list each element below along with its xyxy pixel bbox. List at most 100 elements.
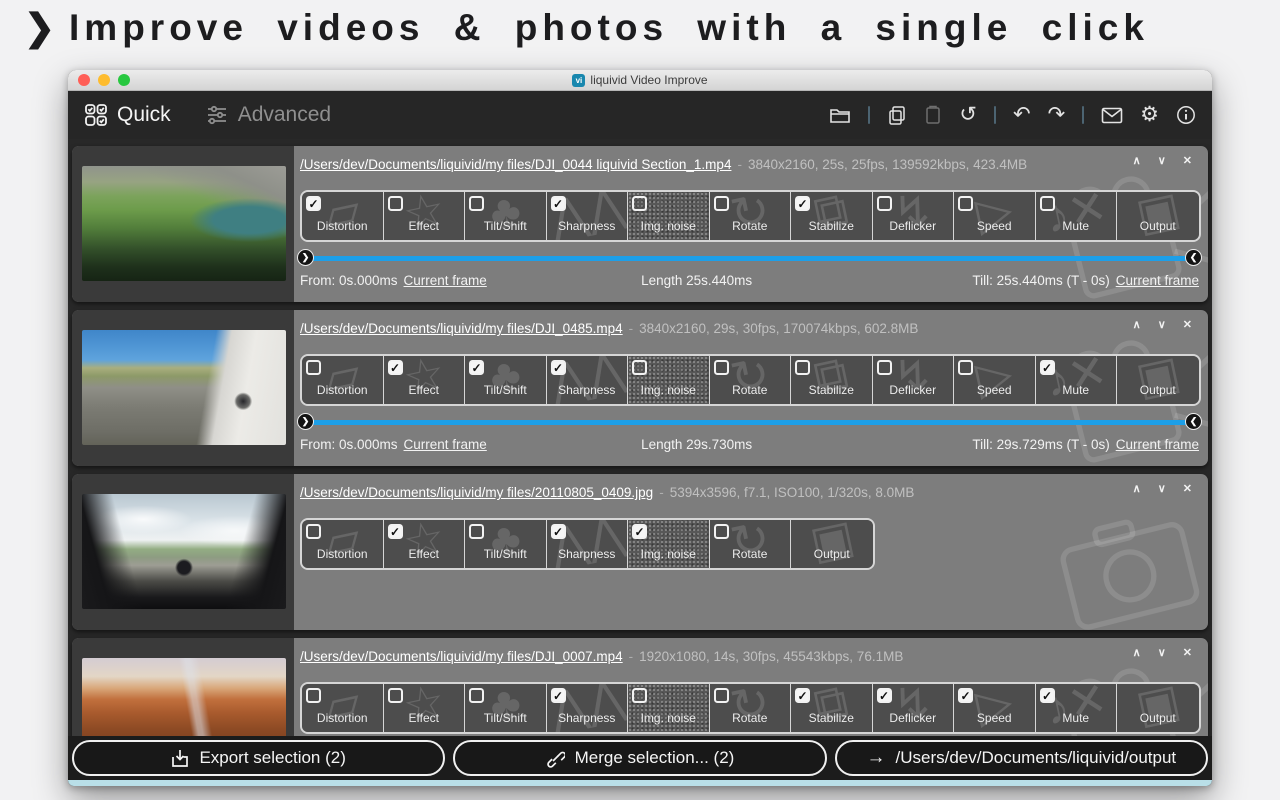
deflicker-ghost-icon: ↯ <box>888 190 937 242</box>
collapse-icon[interactable]: ∧ <box>1133 647 1141 659</box>
feature-checkbox[interactable]: ✓ <box>795 196 810 211</box>
feature-checkbox[interactable] <box>469 688 484 703</box>
till-current-frame-link[interactable]: Current frame <box>1116 273 1199 288</box>
feature-checkbox[interactable] <box>469 524 484 539</box>
feature-checkbox[interactable]: ✓ <box>1040 688 1055 703</box>
feature-checkbox[interactable] <box>306 360 321 375</box>
minimize-window-button[interactable] <box>98 74 110 86</box>
feature-checkbox[interactable] <box>1040 196 1055 211</box>
feature-checkbox[interactable] <box>795 360 810 375</box>
close-window-button[interactable] <box>78 74 90 86</box>
expand-icon[interactable]: ∨ <box>1158 483 1166 495</box>
effect-ghost-icon: ☆ <box>398 354 450 406</box>
feature-checkbox[interactable] <box>306 524 321 539</box>
toolbar-actions: ↺ ↶ ↷ ⚙ <box>829 105 1196 125</box>
from-current-frame-link[interactable]: Current frame <box>404 437 487 452</box>
feature-checkbox[interactable] <box>388 688 403 703</box>
feature-label: Deflicker <box>873 383 954 397</box>
feature-checkbox[interactable]: ✓ <box>551 360 566 375</box>
feature-checkbox[interactable]: ✓ <box>551 688 566 703</box>
feature-label: Effect <box>384 219 465 233</box>
file-path-link[interactable]: /Users/dev/Documents/liquivid/my files/D… <box>300 157 731 172</box>
feature-checkbox[interactable] <box>877 360 892 375</box>
collapse-icon[interactable]: ∧ <box>1133 319 1141 331</box>
feature-label: Img. noise <box>628 383 709 397</box>
feature-checkbox[interactable] <box>306 688 321 703</box>
trim-start-handle[interactable]: ❯ <box>297 249 314 266</box>
settings-gear-icon[interactable]: ⚙ <box>1140 105 1159 125</box>
feature-checkbox[interactable] <box>714 196 729 211</box>
close-icon[interactable]: ✕ <box>1183 647 1192 659</box>
feature-checkbox[interactable] <box>958 196 973 211</box>
feature-checkbox[interactable]: ✓ <box>469 360 484 375</box>
tab-advanced[interactable]: Advanced <box>205 103 331 127</box>
feature-label: Tilt/Shift <box>465 547 546 561</box>
close-icon[interactable]: ✕ <box>1183 155 1192 167</box>
mail-icon[interactable] <box>1101 107 1123 124</box>
expand-icon[interactable]: ∨ <box>1158 647 1166 659</box>
trim-start-handle[interactable]: ❯ <box>297 413 314 430</box>
feature-label: Sharpness <box>547 383 628 397</box>
export-selection-button[interactable]: Export selection (2) <box>72 740 445 776</box>
feature-checkbox[interactable] <box>469 196 484 211</box>
copy-icon[interactable] <box>887 105 907 125</box>
expand-icon[interactable]: ∨ <box>1158 155 1166 167</box>
trim-end-handle[interactable]: ❮ <box>1185 249 1202 266</box>
paste-icon[interactable] <box>924 105 942 125</box>
collapse-icon[interactable]: ∧ <box>1133 483 1141 495</box>
feature-checkbox[interactable] <box>632 360 647 375</box>
thumbnail <box>82 166 286 281</box>
feature-checkbox[interactable] <box>714 360 729 375</box>
file-list: /Users/dev/Documents/liquivid/my files/D… <box>68 139 1212 786</box>
expand-icon[interactable]: ∨ <box>1158 319 1166 331</box>
feature-checkbox[interactable]: ✓ <box>958 688 973 703</box>
open-folder-icon[interactable] <box>829 105 851 125</box>
feature-checkbox[interactable]: ✓ <box>388 524 403 539</box>
app-window: vi liquivid Video Improve Quick <box>68 70 1212 786</box>
file-path-link[interactable]: /Users/dev/Documents/liquivid/my files/D… <box>300 649 623 664</box>
till-info: Till: 25s.440ms (T - 0s)Current frame <box>829 273 1199 288</box>
distortion-ghost-icon: ▱ <box>319 190 365 241</box>
from-current-frame-link[interactable]: Current frame <box>404 273 487 288</box>
trim-slider[interactable]: ❯❮ <box>300 256 1199 261</box>
till-current-frame-link[interactable]: Current frame <box>1116 437 1199 452</box>
trim-slider[interactable]: ❯❮ <box>300 420 1199 425</box>
app-icon: vi <box>572 74 585 87</box>
feature-cell-speed: ▷✓Speed <box>954 684 1036 732</box>
merge-selection-button[interactable]: Merge selection... (2) <box>453 740 826 776</box>
feature-cell-mute: ♪✕✓Mute <box>1036 356 1118 404</box>
undo-icon[interactable]: ↶ <box>1013 105 1031 125</box>
trim-end-handle[interactable]: ❮ <box>1185 413 1202 430</box>
file-path-link[interactable]: /Users/dev/Documents/liquivid/my files/D… <box>300 321 623 336</box>
feature-checkbox[interactable]: ✓ <box>551 196 566 211</box>
tab-quick[interactable]: Quick <box>84 103 171 127</box>
info-icon[interactable] <box>1176 105 1196 125</box>
feature-checkbox[interactable]: ✓ <box>306 196 321 211</box>
feature-checkbox[interactable] <box>714 524 729 539</box>
feature-checkbox[interactable]: ✓ <box>795 688 810 703</box>
feature-checkbox[interactable]: ✓ <box>877 688 892 703</box>
collapse-icon[interactable]: ∧ <box>1133 155 1141 167</box>
feature-checkbox[interactable] <box>632 196 647 211</box>
output-path-button[interactable]: → /Users/dev/Documents/liquivid/output <box>835 740 1208 776</box>
close-icon[interactable]: ✕ <box>1183 483 1192 495</box>
feature-cell-rotate: ↻Rotate <box>710 356 792 404</box>
feature-checkbox[interactable] <box>632 688 647 703</box>
feature-checkbox[interactable] <box>388 196 403 211</box>
close-icon[interactable]: ✕ <box>1183 319 1192 331</box>
feature-checkbox[interactable]: ✓ <box>1040 360 1055 375</box>
feature-checkbox[interactable] <box>958 360 973 375</box>
length-label: Length <box>641 437 686 452</box>
distortion-ghost-icon: ▱ <box>319 518 365 569</box>
feature-checkbox[interactable]: ✓ <box>551 524 566 539</box>
feature-label: Speed <box>954 383 1035 397</box>
toolbar-separator <box>868 106 870 124</box>
feature-checkbox[interactable]: ✓ <box>388 360 403 375</box>
feature-checkbox[interactable]: ✓ <box>632 524 647 539</box>
feature-checkbox[interactable] <box>877 196 892 211</box>
redo-icon[interactable]: ↷ <box>1048 105 1066 125</box>
zoom-window-button[interactable] <box>118 74 130 86</box>
reset-icon[interactable]: ↺ <box>959 105 977 125</box>
file-path-link[interactable]: /Users/dev/Documents/liquivid/my files/2… <box>300 485 653 500</box>
feature-checkbox[interactable] <box>714 688 729 703</box>
